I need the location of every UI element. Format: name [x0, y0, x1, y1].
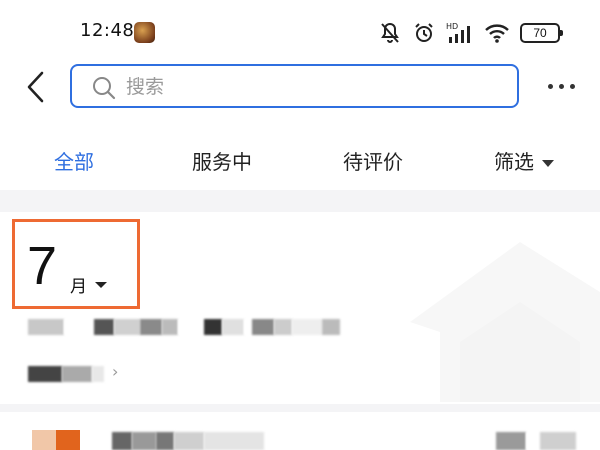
back-button[interactable] [22, 70, 52, 104]
svg-text:HD: HD [446, 22, 458, 31]
analysis-link-redacted[interactable] [28, 366, 104, 382]
hd-signal-icon: HD [446, 21, 474, 45]
month-section: 7 月 › [0, 212, 600, 404]
chevron-right-icon[interactable]: › [112, 362, 118, 381]
caret-down-icon [542, 160, 554, 167]
search-box[interactable] [70, 64, 519, 108]
chevron-left-icon [22, 71, 52, 108]
list-item[interactable] [0, 412, 600, 450]
tab-in-service[interactable]: 服务中 [192, 146, 252, 175]
month-unit: 月 [70, 277, 87, 297]
app-icon [134, 22, 155, 43]
watermark-house-icon [410, 242, 600, 402]
tab-to-review[interactable]: 待评价 [343, 146, 403, 175]
tab-filter-label: 筛选 [494, 150, 534, 174]
search-input[interactable] [126, 72, 506, 102]
merchant-name-redacted [112, 432, 264, 450]
monthly-summary-redacted [28, 319, 340, 335]
search-icon [92, 76, 116, 104]
battery-icon: 70 [520, 23, 563, 43]
more-dots-icon [548, 83, 553, 89]
order-tabs: 全部 服务中 待评价 筛选 [0, 128, 600, 190]
status-bar: 12:48 HD 70 [0, 0, 600, 62]
mute-icon [378, 21, 402, 45]
month-number: 7 [27, 236, 58, 296]
more-button[interactable] [548, 78, 580, 94]
status-icons: HD 70 [378, 20, 563, 46]
tab-filter[interactable]: 筛选 [494, 146, 554, 175]
status-time: 12:48 [80, 20, 135, 41]
caret-down-icon [95, 282, 107, 288]
month-picker[interactable]: 7 月 [12, 219, 140, 309]
section-divider [0, 404, 600, 412]
order-amount-redacted [496, 432, 576, 450]
wifi-icon [484, 22, 510, 44]
merchant-logo [32, 430, 80, 450]
alarm-icon [412, 21, 436, 45]
section-separator [0, 190, 600, 212]
tab-all[interactable]: 全部 [54, 146, 94, 175]
